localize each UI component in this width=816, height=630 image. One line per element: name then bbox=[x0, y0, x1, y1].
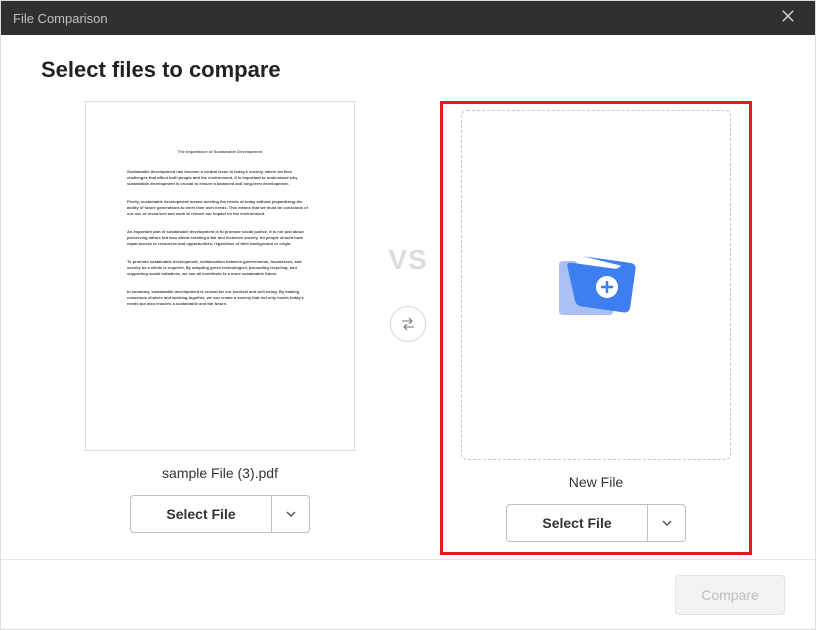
left-panel: The Importance of Sustainable Developmen… bbox=[64, 101, 376, 555]
content-area: Select files to compare The Importance o… bbox=[1, 35, 815, 555]
close-icon[interactable] bbox=[773, 5, 803, 32]
titlebar: File Comparison bbox=[1, 1, 815, 35]
swap-button[interactable] bbox=[390, 306, 426, 342]
compare-button[interactable]: Compare bbox=[675, 575, 785, 615]
right-panel: New File Select File bbox=[440, 101, 752, 555]
middle-column: VS bbox=[376, 31, 440, 555]
left-select-row: Select File bbox=[130, 495, 310, 533]
select-file-button-left[interactable]: Select File bbox=[130, 495, 272, 533]
left-preview[interactable]: The Importance of Sustainable Developmen… bbox=[85, 101, 355, 451]
add-folder-icon bbox=[551, 245, 641, 325]
doc-para: Firstly, sustainable development means m… bbox=[127, 199, 313, 217]
chevron-down-icon bbox=[285, 508, 297, 520]
doc-para: An important part of sustainable develop… bbox=[127, 229, 313, 247]
left-filename: sample File (3).pdf bbox=[162, 465, 278, 481]
select-file-dropdown-left[interactable] bbox=[272, 495, 310, 533]
doc-title: The Importance of Sustainable Developmen… bbox=[127, 149, 313, 155]
right-preview-dropzone[interactable] bbox=[461, 110, 731, 460]
doc-para: In summary, sustainable development is c… bbox=[127, 289, 313, 307]
chevron-down-icon bbox=[661, 517, 673, 529]
doc-para: To promote sustainable development, coll… bbox=[127, 259, 313, 277]
swap-icon bbox=[400, 316, 416, 332]
select-file-button-right[interactable]: Select File bbox=[506, 504, 648, 542]
compare-row: The Importance of Sustainable Developmen… bbox=[41, 101, 775, 555]
doc-para: Sustainable development has become a cen… bbox=[127, 169, 313, 187]
document-thumbnail: The Importance of Sustainable Developmen… bbox=[105, 121, 335, 431]
right-select-row: Select File bbox=[506, 504, 686, 542]
window-title: File Comparison bbox=[13, 11, 108, 26]
vs-label: VS bbox=[388, 244, 427, 276]
footer: Compare bbox=[1, 559, 815, 629]
select-file-dropdown-right[interactable] bbox=[648, 504, 686, 542]
right-filename: New File bbox=[569, 474, 623, 490]
